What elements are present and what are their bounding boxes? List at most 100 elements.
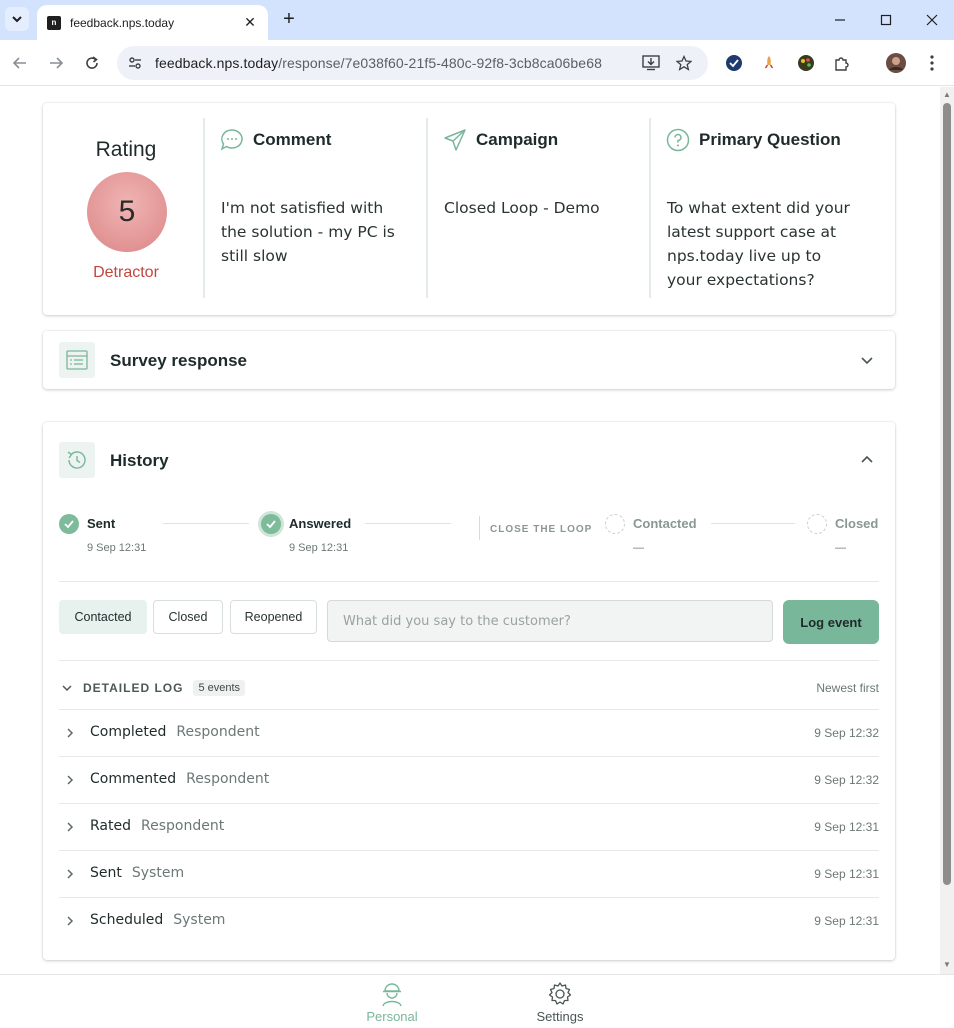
reload-icon[interactable] — [80, 51, 104, 75]
question-header: Primary Question — [666, 128, 841, 152]
bookmark-star-icon[interactable] — [672, 51, 696, 75]
step-answered-check-icon — [261, 514, 281, 534]
log-event-name: Sent — [90, 865, 122, 881]
scroll-up-arrow-icon[interactable]: ▲ — [943, 91, 951, 99]
question-text: To what extent did your latest support c… — [667, 199, 850, 289]
log-event-time: 9 Sep 12:31 — [814, 867, 879, 881]
extension-palette-icon[interactable] — [794, 51, 818, 75]
timeline-separator — [479, 516, 480, 540]
url-host: feedback.nps.today — [155, 55, 279, 71]
speech-bubble-icon — [220, 129, 243, 151]
log-event-actor: Respondent — [141, 818, 225, 834]
tab-close-icon[interactable]: ✕ — [242, 14, 258, 31]
new-tab-button[interactable]: + — [278, 8, 300, 30]
rating-category: Detractor — [93, 264, 159, 281]
scroll-down-arrow-icon[interactable]: ▼ — [943, 961, 951, 969]
step-contacted-time: — — [633, 542, 644, 554]
closed-pill-button[interactable]: Closed — [153, 600, 223, 634]
step-sent-check-icon — [59, 514, 79, 534]
chevron-up-icon[interactable] — [855, 448, 879, 472]
scrollbar-thumb[interactable] — [943, 103, 951, 885]
log-event-button[interactable]: Log event — [783, 600, 879, 644]
chevron-down-icon[interactable] — [855, 348, 879, 372]
log-event-type: Rated Respondent — [90, 818, 224, 834]
chevron-right-icon[interactable] — [63, 724, 77, 742]
browser-tab-bar: n feedback.nps.today ✕ + — [0, 0, 954, 40]
back-arrow-icon[interactable] — [8, 51, 32, 75]
comment-header: Comment — [220, 128, 331, 152]
log-event-type: Scheduled System — [90, 912, 225, 928]
close-window-icon[interactable] — [920, 8, 944, 32]
extension-rocket-icon[interactable] — [757, 51, 781, 75]
close-the-loop-label: CLOSE THE LOOP — [490, 524, 593, 535]
nav-personal[interactable]: Personal — [352, 981, 432, 1024]
log-note-input[interactable] — [327, 600, 773, 642]
log-row[interactable]: Completed Respondent 9 Sep 12:32 — [59, 709, 879, 756]
browser-toolbar: feedback.nps.today/response/7e038f60-21f… — [0, 40, 954, 86]
nav-settings[interactable]: Settings — [520, 981, 600, 1024]
tab-title: feedback.nps.today — [70, 15, 175, 30]
campaign-column: Campaign Closed Loop - Demo — [427, 118, 649, 298]
log-row[interactable]: Sent System 9 Sep 12:31 — [59, 850, 879, 897]
rating-score-circle: 5 — [87, 172, 167, 252]
log-event-name: Scheduled — [90, 912, 164, 928]
log-event-type: Sent System — [90, 865, 184, 881]
step-connector — [711, 523, 795, 524]
survey-response-section[interactable]: Survey response — [43, 331, 895, 389]
extensions-puzzle-icon[interactable] — [830, 51, 854, 75]
url-text: feedback.nps.today/response/7e038f60-21f… — [155, 55, 602, 71]
log-event-actor: Respondent — [176, 724, 260, 740]
chevron-down-icon[interactable] — [61, 682, 73, 694]
browser-tab[interactable]: n feedback.nps.today ✕ — [37, 5, 268, 40]
question-label: Primary Question — [699, 130, 841, 149]
step-answered-label: Answered — [289, 516, 352, 531]
maximize-icon[interactable] — [874, 8, 898, 32]
divider — [59, 581, 879, 582]
site-settings-icon[interactable] — [123, 51, 147, 75]
step-sent-time: 9 Sep 12:31 — [87, 542, 147, 554]
address-bar[interactable]: feedback.nps.today/response/7e038f60-21f… — [117, 46, 708, 80]
log-event-actor: System — [173, 912, 226, 928]
history-title: History — [110, 451, 169, 470]
profile-avatar[interactable] — [884, 51, 908, 75]
response-page: Rating 5 Detractor Comment I'm not satis… — [0, 87, 940, 974]
paper-plane-icon — [444, 129, 466, 151]
question-column: Primary Question To what extent did your… — [650, 118, 890, 298]
browser-menu-icon[interactable] — [920, 51, 944, 75]
log-event-time: 9 Sep 12:31 — [814, 914, 879, 928]
history-section: History Sent 9 Sep 12:31 Answered 9 Sep … — [43, 422, 895, 960]
log-event-name: Rated — [90, 818, 131, 834]
detailed-log-header[interactable]: DETAILED LOG 5 events Newest first — [59, 678, 879, 698]
rating-column: Rating 5 Detractor — [43, 118, 203, 298]
chevron-right-icon[interactable] — [63, 818, 77, 836]
reopened-pill-button[interactable]: Reopened — [230, 600, 317, 634]
rating-score: 5 — [118, 195, 136, 228]
step-closed-label: Closed — [835, 516, 879, 531]
detailed-log-title: DETAILED LOG — [83, 681, 184, 695]
comment-text: I'm not satisfied with the solution - my… — [221, 199, 395, 265]
chevron-right-icon[interactable] — [63, 865, 77, 883]
step-contacted-label: Contacted — [633, 516, 697, 531]
page-scrollbar[interactable]: ▲ ▼ — [940, 87, 954, 974]
log-row[interactable]: Commented Respondent 9 Sep 12:32 — [59, 756, 879, 803]
forward-arrow-icon[interactable] — [44, 51, 68, 75]
step-sent-label: Sent — [87, 516, 116, 531]
minimize-icon[interactable] — [828, 8, 852, 32]
history-clock-icon — [59, 442, 95, 478]
log-event-name: Completed — [90, 724, 167, 740]
tab-search-button[interactable] — [5, 7, 29, 31]
log-row[interactable]: Rated Respondent 9 Sep 12:31 — [59, 803, 879, 850]
contacted-pill-button[interactable]: Contacted — [59, 600, 147, 634]
extension-check-icon[interactable] — [722, 51, 746, 75]
log-row[interactable]: Scheduled System 9 Sep 12:31 — [59, 897, 879, 944]
log-event-time: 9 Sep 12:32 — [814, 773, 879, 787]
campaign-text: Closed Loop - Demo — [444, 199, 600, 217]
campaign-header: Campaign — [443, 128, 558, 152]
install-app-icon[interactable] — [639, 51, 663, 75]
chevron-right-icon[interactable] — [63, 912, 77, 930]
log-event-time: 9 Sep 12:31 — [814, 820, 879, 834]
bottom-navigation: Personal Settings — [0, 974, 954, 1028]
site-favicon-icon: n — [47, 15, 61, 30]
chevron-right-icon[interactable] — [63, 771, 77, 789]
sort-order-toggle[interactable]: Newest first — [816, 681, 879, 695]
